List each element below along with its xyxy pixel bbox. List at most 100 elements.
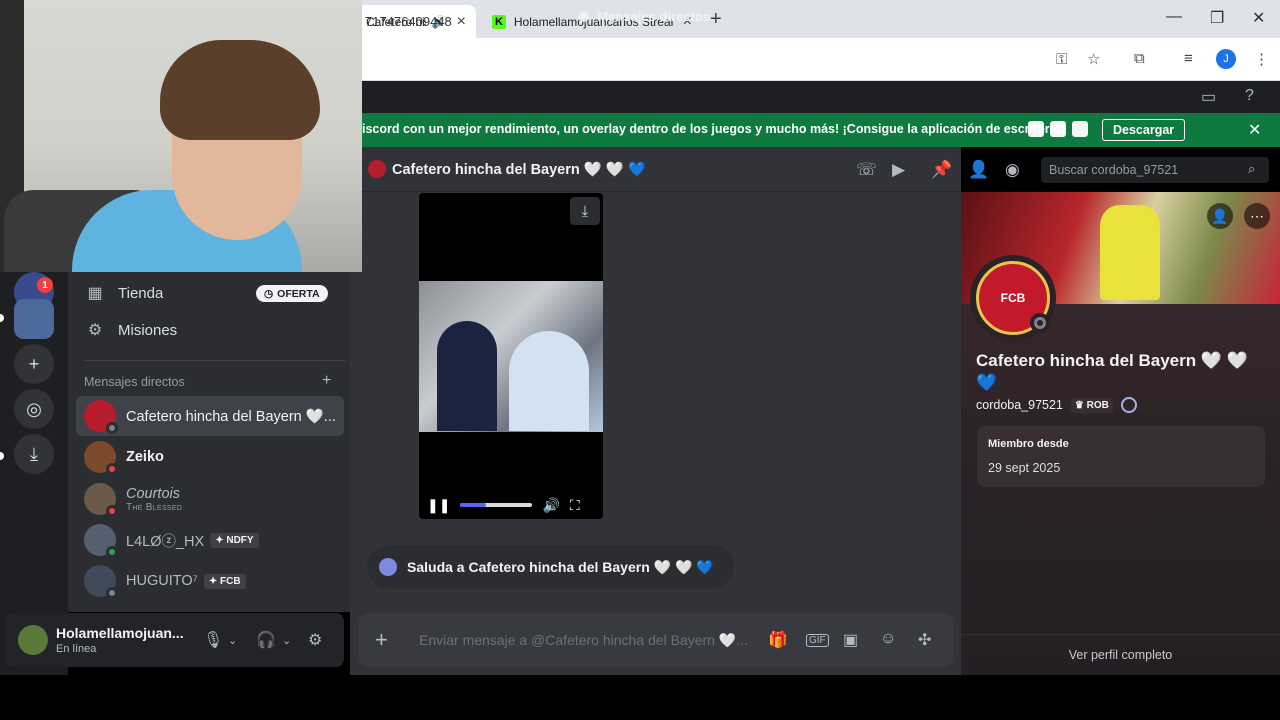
- call-icon[interactable]: ☏: [856, 160, 877, 180]
- dm-item[interactable]: Zeiko: [76, 437, 344, 477]
- video-frame: [419, 281, 603, 432]
- tag-icon: ✦: [208, 575, 218, 587]
- create-dm-icon[interactable]: +: [322, 372, 331, 390]
- minimize-button[interactable]: —: [1166, 8, 1182, 26]
- discover-icon[interactable]: ◎: [14, 389, 54, 429]
- close-window-button[interactable]: ✕: [1252, 8, 1265, 28]
- video-person: [509, 331, 589, 431]
- key-icon[interactable]: ⚿: [1056, 51, 1067, 68]
- android-icon: [1050, 121, 1066, 137]
- video-progress-fill: [460, 503, 486, 507]
- video-call-icon[interactable]: ▶: [892, 160, 905, 180]
- avatar: [84, 400, 118, 434]
- message-input[interactable]: Enviar mensaje a @Cafetero hincha del Ba…: [419, 632, 749, 649]
- chat-avatar: [368, 160, 386, 178]
- dm-name: Cafetero hincha del Bayern 🤍...: [126, 408, 336, 425]
- close-tab-icon[interactable]: ×: [457, 13, 466, 31]
- user-status: En línea: [56, 643, 97, 655]
- microphone-icon[interactable]: 🎙: [203, 630, 223, 650]
- volume-icon[interactable]: 🔊: [542, 497, 559, 514]
- help-icon[interactable]: ?: [1245, 87, 1254, 105]
- nav-missions[interactable]: ⚙ Misiones: [76, 313, 344, 347]
- attach-icon[interactable]: +: [375, 627, 388, 653]
- headphones-icon[interactable]: 🎧: [256, 630, 276, 650]
- video-progress-bar[interactable]: [460, 503, 533, 507]
- badge-icon[interactable]: [1120, 397, 1137, 413]
- apple-icon: [1028, 121, 1044, 137]
- profile-username-row: cordoba_97521 ♛ ROB: [976, 397, 1137, 413]
- user-profile-icon[interactable]: ◉: [1005, 160, 1020, 180]
- user-avatar[interactable]: [18, 625, 48, 655]
- fullscreen-icon[interactable]: ⛶: [570, 497, 580, 514]
- more-options-icon[interactable]: ⋯: [1244, 203, 1270, 229]
- view-full-profile-button[interactable]: Ver perfil completo: [961, 634, 1280, 675]
- avatar: [84, 524, 118, 558]
- gif-icon[interactable]: GIF: [806, 634, 829, 647]
- dm-name: HUGUITO⁷: [126, 573, 198, 589]
- close-banner-icon[interactable]: ✕: [1248, 120, 1261, 140]
- windows-icon: [1072, 121, 1088, 137]
- add-friends-icon[interactable]: 👤: [968, 160, 989, 180]
- video-attachment[interactable]: [419, 193, 603, 519]
- download-apps-icon[interactable]: ⤓: [14, 434, 54, 474]
- profile-avatar[interactable]: J: [1216, 49, 1236, 69]
- sticker-icon[interactable]: ▣: [843, 630, 858, 650]
- status-indicator: [1030, 313, 1050, 333]
- top-title: ◉ Mensajes directos: [578, 8, 710, 24]
- dm-name: Courtois: [126, 485, 180, 502]
- tag-label: FCB: [220, 575, 241, 587]
- pause-icon[interactable]: ❚❚: [427, 497, 450, 514]
- gift-icon[interactable]: 🎁: [768, 630, 788, 650]
- server-icon[interactable]: [14, 299, 54, 339]
- search-icon: ⌕: [1248, 161, 1256, 176]
- add-friend-icon[interactable]: 👤: [1207, 203, 1233, 229]
- chat-title[interactable]: Cafetero hincha del Bayern 🤍 🤍 💙: [392, 161, 646, 178]
- guild-tag: ✦ FCB: [203, 573, 246, 589]
- webcam-overlay: [0, 0, 362, 272]
- extensions-icon[interactable]: ⧉: [1134, 50, 1145, 67]
- menu-icon[interactable]: ⋮: [1254, 50, 1269, 68]
- inbox-icon[interactable]: ▭: [1201, 87, 1216, 107]
- emoji-icon[interactable]: ☺: [880, 630, 896, 648]
- url-input[interactable]: 717476409448: [365, 14, 452, 29]
- dm-item[interactable]: HUGUITO⁷ ✦ FCB: [76, 561, 344, 601]
- new-tab-button[interactable]: +: [710, 8, 722, 31]
- banner-text: iscord con un mejor rendimiento, un over…: [362, 122, 1065, 136]
- dm-header: Mensajes directos: [84, 375, 185, 389]
- restore-button[interactable]: ❐: [1210, 8, 1224, 28]
- media-icon[interactable]: ≡: [1184, 50, 1193, 67]
- video-person: [437, 321, 497, 431]
- wave-prompt[interactable]: Saluda a Cafetero hincha del Bayern 🤍 🤍 …: [367, 545, 734, 589]
- dm-item[interactable]: L4LØⓩ_HX ✦ NDFY: [76, 520, 344, 560]
- missions-icon: ⚙: [87, 322, 103, 339]
- star-icon[interactable]: ☆: [1087, 50, 1100, 68]
- shop-label: Tienda: [118, 284, 164, 302]
- add-server-icon[interactable]: +: [14, 344, 54, 384]
- top-title-text: Mensajes directos: [597, 8, 711, 24]
- download-button[interactable]: Descargar: [1102, 119, 1186, 141]
- banner-player: [1100, 205, 1160, 300]
- dm-name: Zeiko: [126, 449, 164, 465]
- gear-icon[interactable]: ⚙: [308, 630, 322, 650]
- clock-icon: ◷: [264, 287, 274, 300]
- tag-label: ROB: [1086, 399, 1109, 411]
- dm-name: L4LØⓩ_HX: [126, 533, 205, 550]
- avatar: [84, 565, 118, 599]
- wave-text: Saluda a Cafetero hincha del Bayern 🤍 🤍 …: [407, 558, 714, 575]
- dm-item[interactable]: Cafetero hincha del Bayern 🤍...: [76, 396, 344, 436]
- webcam-person-hair: [160, 40, 320, 140]
- chevron-down-icon[interactable]: ⌄: [228, 634, 237, 647]
- notification-badge: 1: [37, 277, 53, 293]
- search-input[interactable]: Buscar cordoba_97521: [1041, 157, 1269, 183]
- member-since-card: [977, 426, 1265, 487]
- dm-item[interactable]: Courtois The Blessed: [76, 479, 344, 519]
- pin-icon[interactable]: 📌: [931, 160, 952, 180]
- chevron-down-icon[interactable]: ⌄: [282, 634, 291, 647]
- profile-username: cordoba_97521: [976, 398, 1063, 412]
- download-icon[interactable]: ⤓: [570, 197, 600, 225]
- video-controls: ❚❚ 🔊 ⛶: [419, 492, 603, 518]
- apps-icon[interactable]: ✣: [918, 630, 931, 650]
- dm-status-text: The Blessed: [126, 501, 183, 513]
- user-name[interactable]: Holamellamojuan...: [56, 625, 184, 641]
- kick-favicon: K: [492, 14, 506, 29]
